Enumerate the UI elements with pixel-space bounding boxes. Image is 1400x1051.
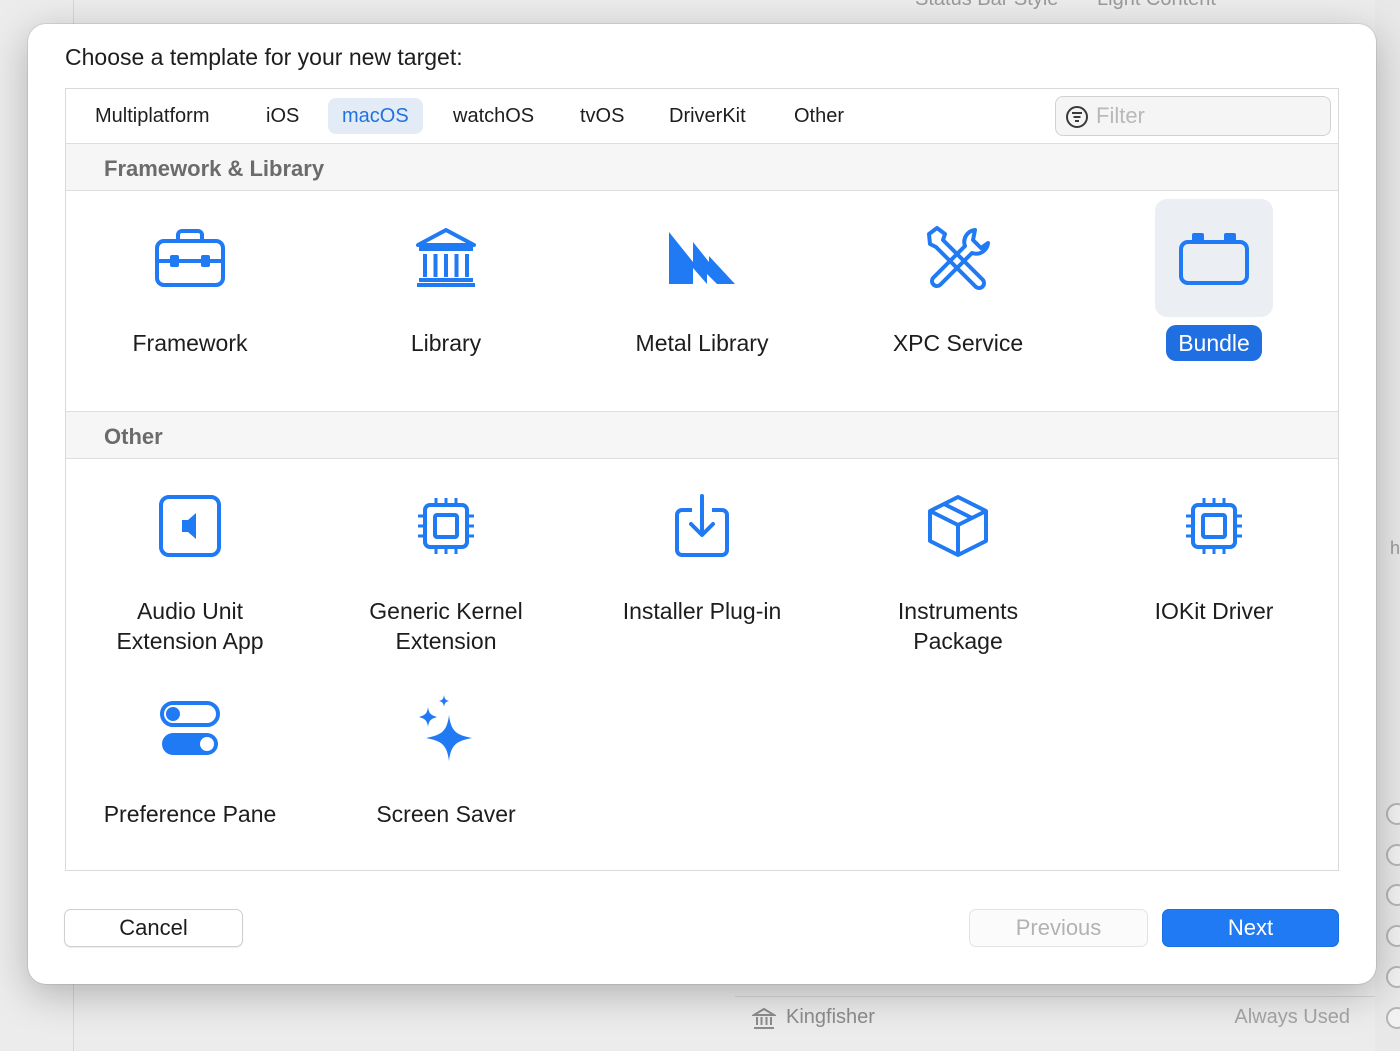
section-header-other: Other (66, 411, 1338, 459)
template-label: Instruments Package (897, 598, 1019, 654)
template-label: Installer Plug-in (622, 598, 782, 624)
tab-multiplatform[interactable]: Multiplatform (81, 98, 223, 134)
section-header-framework-library: Framework & Library (66, 143, 1338, 191)
template-library[interactable]: Library (322, 199, 570, 361)
filter-circle-icon (1386, 925, 1400, 947)
building-columns-icon (752, 1008, 776, 1030)
background-right-panel (1375, 0, 1400, 1051)
background-row-status: Always Used (1234, 1006, 1350, 1028)
template-framework[interactable]: Framework (66, 199, 314, 361)
tab-macos[interactable]: macOS (328, 98, 423, 134)
background-truncated-text: h (1389, 538, 1400, 558)
template-bundle[interactable]: Bundle (1090, 199, 1338, 361)
section-title: Other (104, 424, 163, 449)
template-label: IOKit Driver (1154, 598, 1274, 624)
previous-button[interactable]: Previous (969, 909, 1148, 947)
background-setting-value: Light Content (1097, 0, 1216, 11)
building-columns-icon (416, 228, 476, 287)
template-label: Audio Unit Extension App (116, 598, 264, 654)
section-title: Framework & Library (104, 156, 325, 181)
template-label: Bundle (1166, 325, 1262, 361)
template-iokit-driver[interactable]: IOKit Driver (1090, 467, 1338, 629)
speaker-square-icon (159, 495, 221, 557)
background-setting-label: Status Bar Style (915, 0, 1058, 11)
bundle-icon (1179, 233, 1249, 285)
template-audio-unit-extension-app[interactable]: Audio Unit Extension App (66, 467, 314, 659)
template-label: Generic Kernel Extension (369, 598, 523, 654)
switches-icon (160, 701, 220, 755)
new-target-dialog: Choose a template for your new target: M… (28, 24, 1376, 984)
background-row-name: Kingfisher (786, 1006, 875, 1028)
tab-tvos[interactable]: tvOS (566, 98, 638, 134)
template-label: Metal Library (635, 330, 769, 356)
tab-other[interactable]: Other (780, 98, 858, 134)
cancel-button[interactable]: Cancel (64, 909, 243, 947)
cpu-icon (1186, 498, 1242, 554)
template-label: XPC Service (892, 330, 1024, 356)
platform-tab-bar: Multiplatform iOS macOS watchOS tvOS Dri… (66, 89, 1338, 143)
template-metal-library[interactable]: Metal Library (578, 199, 826, 361)
template-installer-plug-in[interactable]: Installer Plug-in (578, 467, 826, 629)
shipping-box-icon (928, 495, 988, 557)
tray-download-icon (675, 494, 729, 557)
tab-watchos[interactable]: watchOS (439, 98, 548, 134)
template-browser: Multiplatform iOS macOS watchOS tvOS Dri… (65, 88, 1339, 871)
filter-circle-icon (1386, 844, 1400, 866)
filter-input[interactable] (1096, 101, 1324, 131)
filter-icon (1066, 106, 1088, 128)
filter-circle-icon (1386, 966, 1400, 988)
background-row-divider (735, 996, 1375, 997)
template-screen-saver[interactable]: Screen Saver (322, 670, 570, 832)
template-label: Library (410, 330, 482, 356)
metal-icon (669, 232, 735, 284)
filter-field[interactable] (1055, 96, 1331, 136)
cpu-icon (418, 498, 474, 554)
template-label: Preference Pane (103, 801, 277, 827)
tab-ios[interactable]: iOS (252, 98, 313, 134)
wrench-screwdriver-icon (927, 226, 990, 290)
next-button[interactable]: Next (1162, 909, 1339, 947)
template-label: Screen Saver (376, 801, 516, 827)
filter-circle-icon (1386, 803, 1400, 825)
template-generic-kernel-extension[interactable]: Generic Kernel Extension (322, 467, 570, 659)
template-instruments-package[interactable]: Instruments Package (834, 467, 1082, 659)
toolbox-icon (155, 229, 225, 287)
filter-circle-icon (1386, 884, 1400, 906)
dialog-title: Choose a template for your new target: (65, 44, 463, 70)
background-framework-row: Kingfisher Always Used (735, 1000, 1375, 1036)
sparkles-icon (419, 695, 472, 761)
template-label: Framework (132, 330, 248, 356)
filter-circle-icon (1386, 1007, 1400, 1029)
tab-driverkit[interactable]: DriverKit (655, 98, 760, 134)
template-xpc-service[interactable]: XPC Service (834, 199, 1082, 361)
template-preference-pane[interactable]: Preference Pane (66, 670, 314, 832)
